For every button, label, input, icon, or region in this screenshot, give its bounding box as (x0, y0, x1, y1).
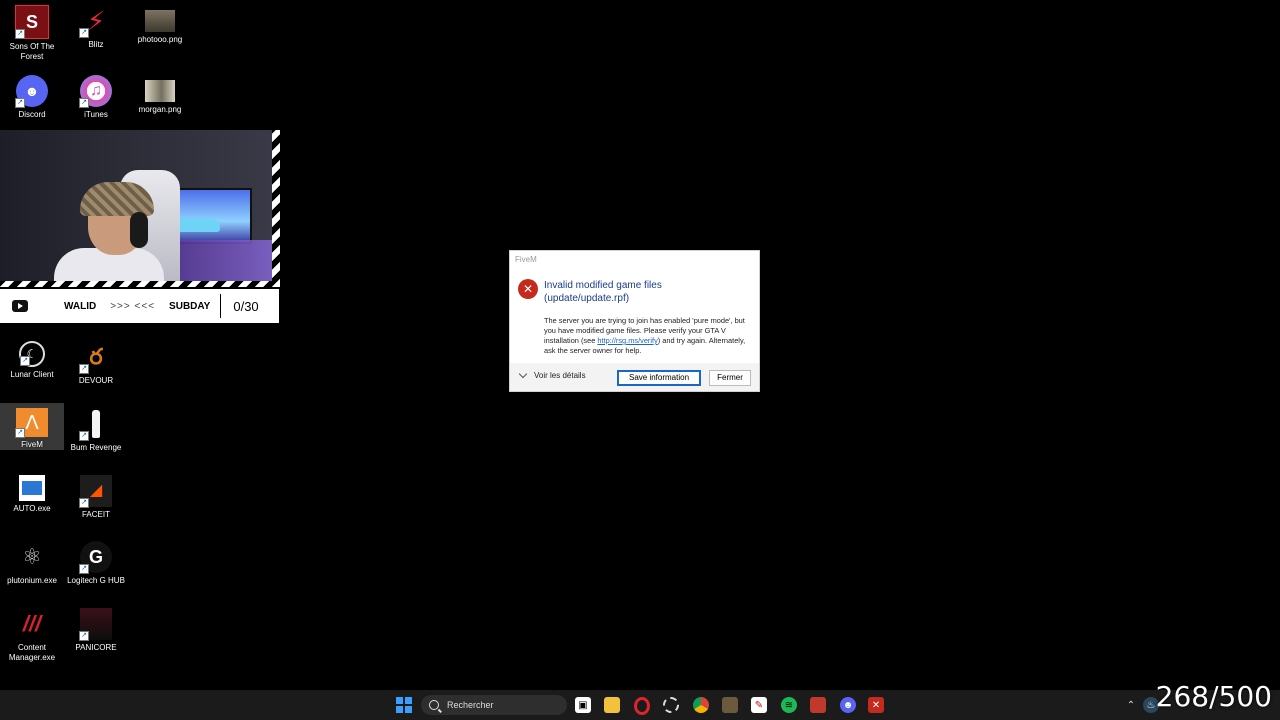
fivem-error-dialog: FiveM ✕ Invalid modified game files (upd… (509, 250, 760, 392)
itunes-icon: ♫ ↗ (79, 75, 112, 108)
versus-arrows: >>> <<< (110, 300, 156, 312)
desktop-icon-label: Content Manager.exe (8, 643, 56, 662)
file-explorer-icon[interactable] (604, 697, 620, 713)
stream-challenge-bar: WALID >>> <<< SUBDAY 0/30 (0, 289, 279, 323)
lunar-client-icon: ☾ ↗ (19, 341, 45, 367)
close-button[interactable]: Fermer (709, 370, 751, 386)
desktop-icon-panicore[interactable]: ↗ PANICORE (64, 603, 128, 653)
blitz-icon: ⚡ ↗ (79, 5, 112, 38)
editor-app-icon[interactable]: ✎ (751, 697, 767, 713)
desktop-icon-auto-exe[interactable]: AUTO.exe (0, 470, 64, 514)
desktop-icon-discord[interactable]: ☻ ↗ Discord (0, 70, 64, 120)
show-details-toggle[interactable]: Voir les détails (518, 369, 586, 380)
desktop-icon-label: FiveM (21, 440, 43, 449)
desktop-icon-label: photooo.png (137, 35, 183, 44)
dialog-title: FiveM (515, 255, 537, 264)
image-thumbnail-icon (145, 10, 175, 32)
youtube-icon (12, 300, 28, 312)
desktop-icon-morgan[interactable]: morgan.png (128, 70, 192, 115)
divider (220, 294, 222, 318)
desktop-icon-label: FACEIT (81, 510, 110, 519)
save-information-button[interactable]: Save information (617, 370, 701, 386)
taskbar: Rechercher ▣ ✎ ≋ ☻ ✕ ⌃ ♨ (0, 690, 1280, 720)
desktop-icon-label: Logitech G HUB (67, 576, 125, 585)
recording-app-icon[interactable] (663, 697, 679, 713)
desktop-icon-label: Discord (18, 110, 46, 119)
overlay-counter: 268/500 (1155, 680, 1272, 713)
game-app-icon[interactable] (722, 697, 738, 713)
discord-taskbar-icon[interactable]: ☻ (840, 697, 856, 713)
desktop-icon-label: Blitz (88, 40, 104, 49)
search-icon (429, 700, 439, 710)
chevron-up-icon[interactable]: ⌃ (1123, 697, 1139, 713)
webcam-overlay (0, 130, 280, 287)
desktop-icon-logitech-g-hub[interactable]: G ↗ Logitech G HUB (64, 536, 128, 586)
panicore-icon: ↗ (79, 608, 112, 641)
desktop-icon-faceit[interactable]: ◢ ↗ FACEIT (64, 470, 128, 520)
chevron-down-icon (518, 369, 528, 379)
desktop-icon-bum-revenge[interactable]: ↗ Bum Revenge (64, 403, 128, 453)
sons-of-the-forest-icon: S ↗ (15, 5, 49, 39)
desktop-icon-devour[interactable]: ర ↗ DEVOUR (64, 336, 128, 386)
desktop-icon-plutonium[interactable]: ⚛ plutonium.exe (0, 536, 64, 586)
content-manager-icon: /// (22, 611, 42, 636)
desktop-icon-blitz[interactable]: ⚡ ↗ Blitz (64, 0, 128, 50)
desktop-icon-content-manager[interactable]: /// Content Manager.exe (0, 603, 64, 663)
error-headline: Invalid modified game files (update/upda… (544, 280, 662, 304)
chrome-icon[interactable] (693, 697, 709, 713)
desktop-icon-label: DEVOUR (78, 376, 114, 385)
desktop-icon-label: morgan.png (138, 105, 182, 114)
desktop-icon-label: plutonium.exe (7, 576, 57, 585)
windows-start-icon[interactable] (396, 697, 412, 713)
desktop-icon-label: Bum Revenge (70, 443, 122, 452)
auto-exe-icon (19, 475, 45, 501)
faceit-icon: ◢ ↗ (79, 475, 112, 508)
player-one-name: WALID (64, 300, 97, 312)
desktop-icon-label: AUTO.exe (13, 504, 51, 513)
spotify-icon[interactable]: ≋ (781, 697, 797, 713)
error-icon: ✕ (518, 279, 538, 299)
player-two-name: SUBDAY (169, 300, 211, 312)
atom-icon: ⚛ (22, 544, 42, 569)
news-app-icon[interactable] (810, 697, 826, 713)
dialog-footer: Voir les détails Save information Fermer (510, 363, 759, 391)
verify-link[interactable]: http://rsg.ms/verify (597, 336, 657, 345)
desktop-icon-label: PANICORE (75, 643, 117, 652)
challenge-score: 0/30 (233, 298, 259, 314)
taskbar-search[interactable]: Rechercher (421, 695, 567, 715)
desktop-icon-label: Sons Of The Forest (9, 42, 55, 61)
desktop-icon-label: iTunes (84, 110, 108, 119)
discord-icon: ☻ ↗ (15, 75, 48, 108)
desktop-icon-sons-of-the-forest[interactable]: S ↗ Sons Of The Forest (0, 0, 64, 62)
fivem-icon: Λ ↗ (15, 408, 48, 438)
desktop-icon-photooo[interactable]: photooo.png (128, 0, 192, 45)
logitech-g-icon: G ↗ (79, 541, 112, 574)
desktop-icon-fivem[interactable]: Λ ↗ FiveM (0, 403, 64, 450)
show-details-label: Voir les détails (534, 371, 586, 380)
fivem-taskbar-icon[interactable]: ✕ (868, 697, 884, 713)
bottle-icon: ↗ (79, 408, 112, 441)
desktop-icon-itunes[interactable]: ♫ ↗ iTunes (64, 70, 128, 120)
devour-icon: ర ↗ (79, 341, 112, 374)
opera-gx-icon[interactable] (634, 697, 650, 715)
search-placeholder: Rechercher (447, 700, 494, 710)
desktop-icon-lunar-client[interactable]: ☾ ↗ Lunar Client (0, 336, 64, 380)
desktop-icon-label: Lunar Client (10, 370, 54, 379)
taskbar-app-icon[interactable]: ▣ (575, 697, 591, 713)
image-thumbnail-icon (145, 80, 175, 102)
